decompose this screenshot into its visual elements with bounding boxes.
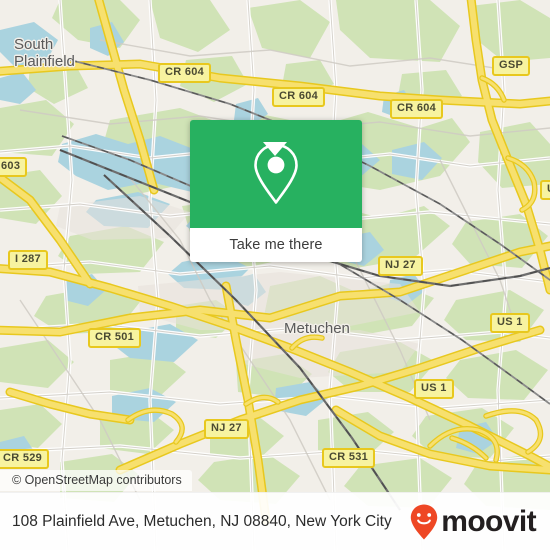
place-label-south-plainfield: South Plainfield [14,36,75,70]
road-shield-cr-501: CR 501 [88,328,142,348]
road-shield-nj-27-east: NJ 27 [378,256,423,276]
road-shield-cr-529: CR 529 [0,449,50,469]
map-attribution[interactable]: © OpenStreetMap contributors [0,470,192,491]
road-shield-cr-604-center: CR 604 [272,87,326,107]
popup-tail [263,142,287,156]
map-canvas[interactable]: South Plainfield Metuchen CR 604 CR 604 … [0,0,550,550]
map-screen: South Plainfield Metuchen CR 604 CR 604 … [0,0,550,550]
place-label-metuchen: Metuchen [284,320,350,337]
road-shield-cr-531: CR 531 [322,448,376,468]
moovit-pin-icon [411,504,438,539]
moovit-wordmark: moovit [441,504,536,538]
road-shield-603: 603 [0,157,28,177]
road-shield-i-287: I 287 [8,250,48,270]
take-me-there-button[interactable]: Take me there [190,228,362,262]
map-vector [0,0,550,550]
popup-icon-area [190,120,362,228]
moovit-logo[interactable]: moovit [409,503,550,541]
road-shield-cr-604-east: CR 604 [390,99,444,119]
road-shield-cr-604-west: CR 604 [158,63,212,83]
road-shield-us-1-east: US 1 [490,313,530,333]
road-shield-gsp: GSP [492,56,531,76]
footer-bar: 108 Plainfield Ave, Metuchen, NJ 08840, … [0,492,550,550]
road-shield-us-1-right-edge: US 1 [540,180,550,200]
road-shield-us-1-south: US 1 [414,379,454,399]
road-shield-nj-27-south: NJ 27 [204,419,249,439]
address-text: 108 Plainfield Ave, Metuchen, NJ 08840, … [12,513,392,530]
